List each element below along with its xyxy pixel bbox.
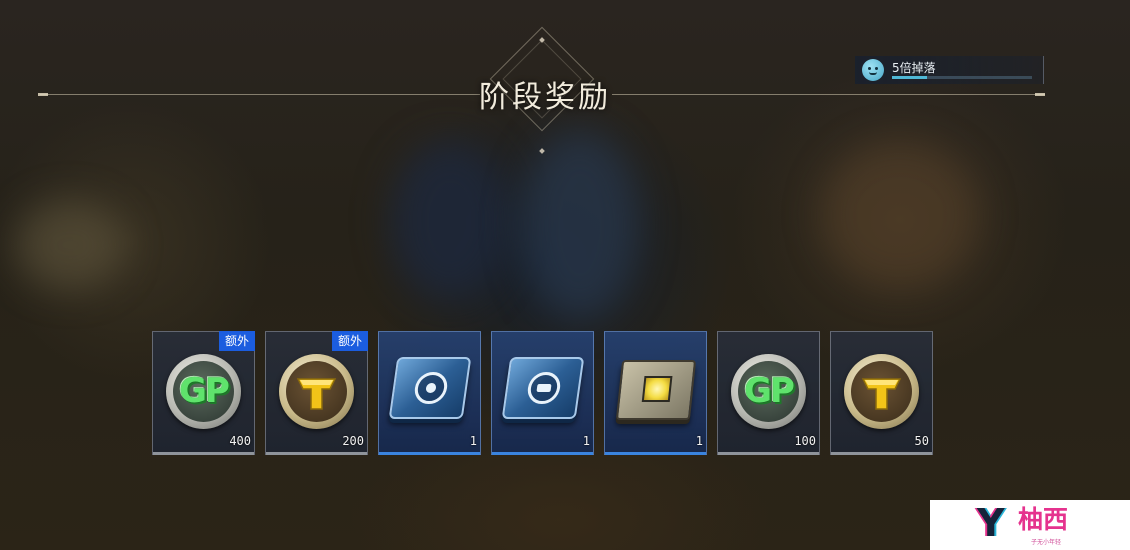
reward-quantity: 200 xyxy=(342,434,364,448)
rarity-bar xyxy=(379,452,480,455)
reward-card-target-chip[interactable]: 1 xyxy=(378,331,481,455)
drop-bonus-panel: 5倍掉落 xyxy=(855,56,1044,84)
gp-coin-icon: GP xyxy=(166,354,241,429)
background-blur xyxy=(15,200,125,290)
rarity-bar xyxy=(831,452,932,455)
header-tick-right xyxy=(1035,93,1045,96)
background-blur xyxy=(390,140,510,300)
header-divider-left xyxy=(40,94,480,95)
header-divider-right xyxy=(612,94,1045,95)
watermark-letter: Y xyxy=(977,501,1005,545)
reward-quantity: 1 xyxy=(695,434,703,448)
rarity-bar xyxy=(492,452,593,455)
reward-card-gp[interactable]: GP 额外 400 xyxy=(152,331,255,455)
rarity-bar xyxy=(153,452,254,455)
watermark-subtitle: 子无小年轻 xyxy=(1031,539,1062,546)
gold-t-coin-icon xyxy=(844,354,919,429)
extra-badge: 额外 xyxy=(219,331,255,351)
reward-quantity: 1 xyxy=(469,434,477,448)
reward-card-gold-coin[interactable]: 额外 200 xyxy=(265,331,368,455)
extra-badge: 额外 xyxy=(332,331,368,351)
gold-t-coin-icon xyxy=(279,354,354,429)
drop-bonus-label: 5倍掉落 xyxy=(892,61,936,75)
drop-bonus-progress xyxy=(892,76,1032,79)
background-blur xyxy=(820,140,980,290)
background-blur xyxy=(520,130,640,320)
reward-card-gold-coin[interactable]: 50 xyxy=(830,331,933,455)
header-tick-left xyxy=(38,93,48,96)
rarity-bar xyxy=(266,452,367,455)
reward-card-gp[interactable]: GP 100 xyxy=(717,331,820,455)
page-title: 阶段奖励 xyxy=(479,80,611,115)
rarity-bar xyxy=(718,452,819,455)
reward-quantity: 50 xyxy=(914,434,929,448)
blue-chip-target-icon xyxy=(388,357,472,419)
drop-bonus-progress-fill xyxy=(892,76,927,79)
yellow-circuit-board-icon xyxy=(615,360,697,420)
reward-quantity: 100 xyxy=(794,434,816,448)
watermark-logo: Y 柚西 子无小年轻 xyxy=(930,500,1130,550)
smiley-face-icon xyxy=(862,59,884,81)
reward-quantity: 400 xyxy=(229,434,251,448)
reward-quantity: 1 xyxy=(582,434,590,448)
reward-card-circuit-board[interactable]: 1 xyxy=(604,331,707,455)
watermark-name: 柚西 xyxy=(1018,505,1069,534)
blue-chip-battery-icon xyxy=(501,357,585,419)
rarity-bar xyxy=(605,452,706,455)
reward-card-battery-chip[interactable]: 1 xyxy=(491,331,594,455)
gp-coin-icon: GP xyxy=(731,354,806,429)
